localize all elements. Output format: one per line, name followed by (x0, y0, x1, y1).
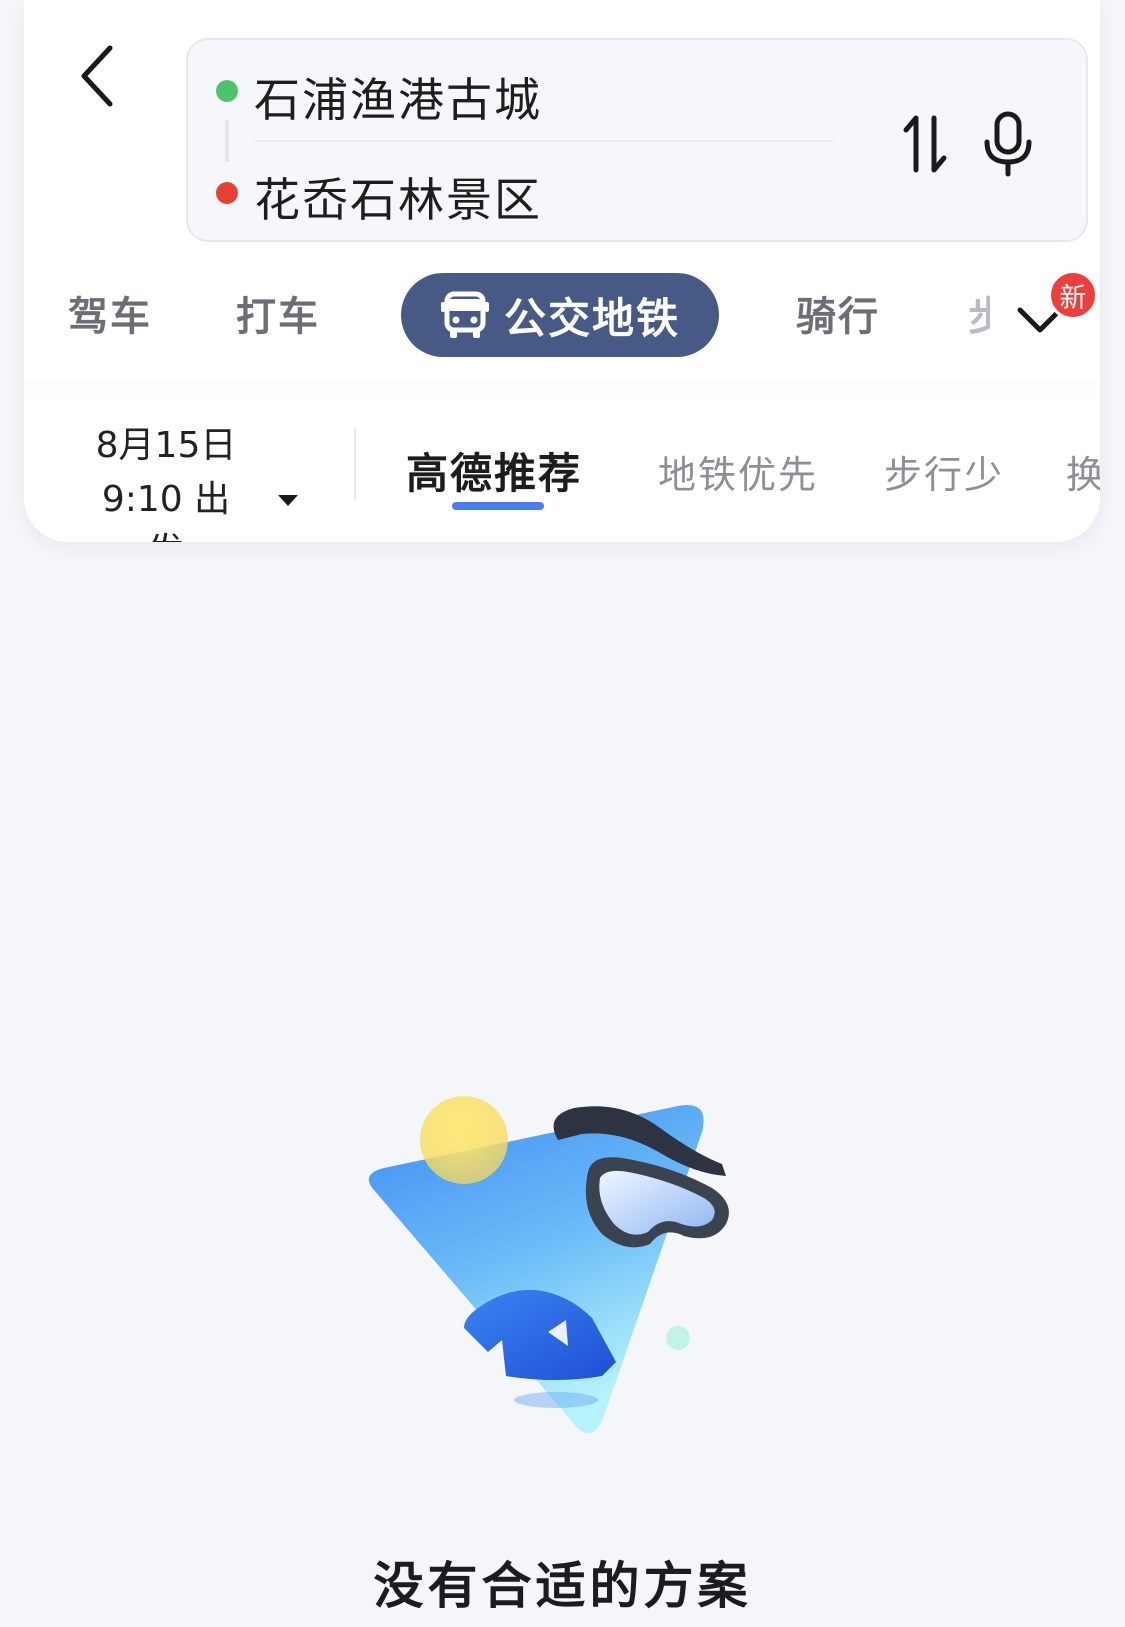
back-button[interactable] (68, 36, 128, 116)
filter-bar: 8月15日 9:10 出发 高德推荐 地铁优先 步行少 换 (24, 380, 1100, 542)
start-dot-icon (216, 80, 238, 102)
tab-drive[interactable]: 驾车 (68, 284, 152, 342)
swap-button[interactable] (896, 112, 956, 176)
sort-fewer-transfers[interactable]: 换 (1066, 444, 1100, 499)
caret-down-icon (278, 495, 298, 506)
empty-state-message: 没有合适的方案 (373, 1557, 752, 1615)
sun-shape (420, 1096, 508, 1184)
sort-recommended[interactable]: 高德推荐 (406, 440, 582, 501)
route-connector (225, 120, 229, 162)
route-divider (254, 140, 834, 142)
microphone-icon (984, 111, 1032, 177)
tab-ride[interactable]: 骑行 (796, 284, 880, 342)
start-location-field[interactable]: 石浦渔港古城 (254, 64, 542, 130)
tab-taxi[interactable]: 打车 (236, 284, 320, 342)
bubble-shape (666, 1326, 690, 1350)
empty-state-illustration (368, 1096, 729, 1434)
voice-input-button[interactable] (978, 110, 1038, 178)
departure-date: 8月15日 (95, 425, 237, 466)
active-sort-indicator (452, 502, 544, 510)
end-dot-icon (216, 182, 238, 204)
tab-walk-partial[interactable]: 步 (968, 284, 990, 342)
route-input-box: 石浦渔港古城 花岙石林景区 (186, 38, 1088, 242)
travel-mode-tabs: 驾车 打车 公交地铁 骑行 步 新 (24, 270, 1100, 360)
tab-transit[interactable]: 公交地铁 (401, 273, 719, 357)
shadow-shape (514, 1392, 598, 1408)
departure-time: 9:10 出发 (101, 479, 231, 542)
departure-time-selector[interactable]: 8月15日 9:10 出发 (86, 416, 306, 542)
triangle-shape (368, 1105, 704, 1434)
filter-divider (354, 428, 356, 500)
back-arrow-icon (81, 45, 113, 107)
sort-less-walking[interactable]: 步行少 (884, 444, 1004, 499)
bus-icon (440, 291, 489, 338)
route-header-card: 石浦渔港古城 花岙石林景区 驾车 打车 公交地铁 骑行 新 8月15日 9:10… (24, 0, 1100, 542)
tab-transit-label: 公交地铁 (503, 293, 680, 343)
end-location-field[interactable]: 花岙石林景区 (254, 164, 542, 230)
sort-subway-first[interactable]: 地铁优先 (658, 444, 818, 499)
swap-icon (903, 115, 947, 173)
new-badge: 新 (1048, 270, 1098, 320)
